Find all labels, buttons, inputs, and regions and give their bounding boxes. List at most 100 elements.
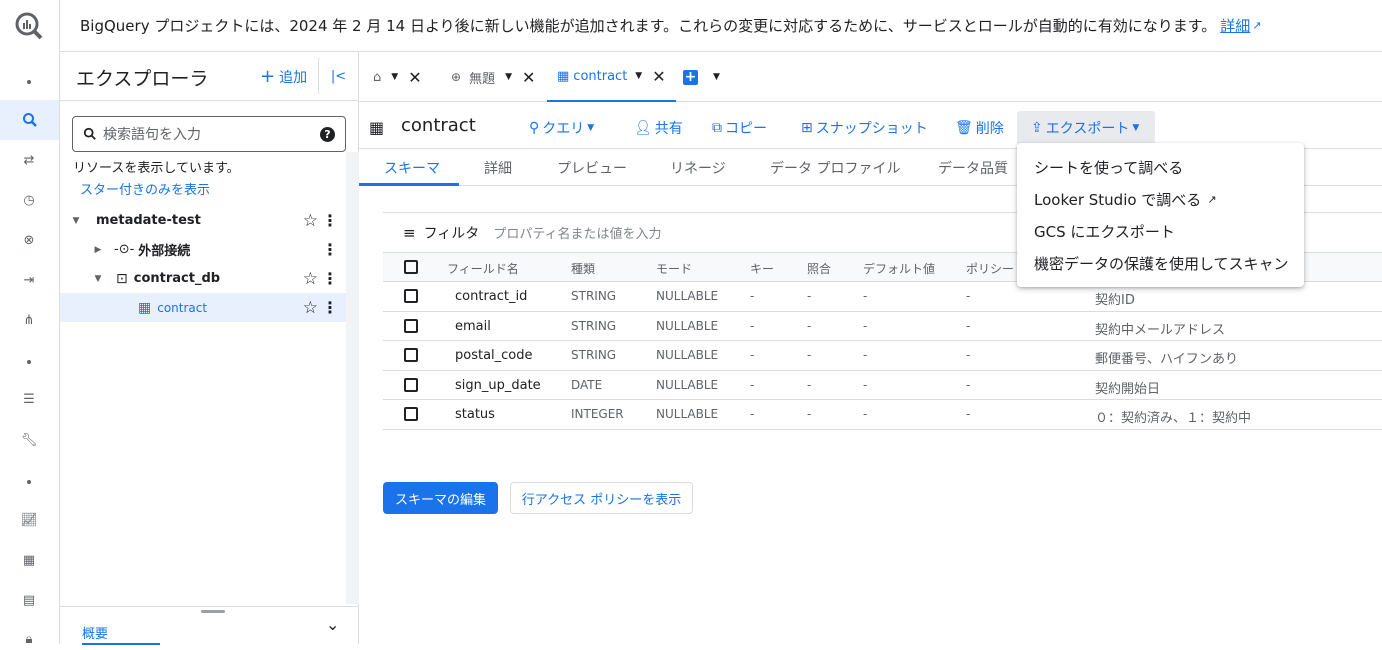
menu-item-explore-looker-studio[interactable]: Looker Studio で調べる ↗	[1017, 183, 1304, 215]
external-link-icon[interactable]: ↗	[1252, 19, 1261, 32]
export-button[interactable]: ⇪ エクスポート ▼	[1017, 111, 1155, 145]
active-tab-indicator	[359, 183, 459, 186]
chevron-down-icon[interactable]: ⌄	[326, 615, 339, 634]
expand-arrow-icon[interactable]: ▼	[70, 215, 82, 227]
star-icon[interactable]: ☆	[303, 298, 318, 318]
row-checkbox[interactable]	[404, 377, 418, 392]
tab-preview[interactable]: プレビュー	[557, 158, 627, 178]
column-header[interactable]: 照合	[807, 260, 831, 277]
list-icon[interactable]: ☰	[18, 388, 40, 410]
menu-item-scan-sensitive-data[interactable]: 機密データの保護を使用してスキャン	[1017, 247, 1304, 279]
delete-button[interactable]: 🗑︎ 削除	[949, 111, 1010, 145]
expand-arrow-icon[interactable]: ▼	[92, 273, 104, 285]
tab-overview[interactable]: 概要	[82, 617, 160, 645]
row-checkbox[interactable]	[404, 407, 418, 421]
field-description: ０：契約済み、１：契約中	[1095, 411, 1252, 426]
tab-details[interactable]: 詳細	[484, 158, 512, 178]
filter-input[interactable]: プロパティ名または値を入力	[493, 223, 661, 242]
history-icon[interactable]: ◷	[18, 189, 40, 211]
dropdown-icon[interactable]: ▼	[505, 72, 512, 82]
collapse-arrow-icon[interactable]: ▶	[92, 244, 104, 256]
star-icon[interactable]: ☆	[303, 269, 318, 289]
dropdown-icon[interactable]: ▼	[391, 72, 398, 82]
close-icon[interactable]: ✕	[652, 67, 665, 86]
tree-item-table[interactable]: ▦ contract ☆ ⋮	[60, 293, 346, 322]
search-icon[interactable]	[0, 100, 59, 140]
tab-schema[interactable]: スキーマ	[384, 158, 440, 178]
tab-overflow-dropdown[interactable]: ▼	[713, 52, 720, 102]
table-row[interactable]: status INTEGER NULLABLE - - - - ０：契約済み、１…	[383, 400, 1382, 430]
tree-item-dataset[interactable]: ▼ ⊡ contract_db ☆ ⋮	[60, 264, 346, 293]
scrollbar[interactable]	[346, 152, 359, 604]
more-vert-icon[interactable]: ⋮	[322, 211, 338, 230]
tree-item-external-connections[interactable]: ▶ -⊙- 外部接続 ⋮	[60, 235, 346, 264]
bigquery-logo-icon[interactable]	[13, 10, 45, 42]
tab-data-profile[interactable]: データ プロファイル	[770, 158, 900, 178]
collapse-panel-icon[interactable]: |<	[318, 58, 358, 94]
pipeline-icon[interactable]: ⇥	[18, 269, 40, 291]
more-vert-icon[interactable]: ⋮	[322, 298, 338, 317]
search-input[interactable]: 検索語句を入力 ?	[72, 116, 346, 152]
edit-schema-button[interactable]: スキーマの編集	[383, 482, 498, 514]
analytics-hub-icon[interactable]: ⊗	[18, 229, 40, 251]
row-checkbox[interactable]	[404, 348, 418, 362]
table-row[interactable]: postal_code STRING NULLABLE - - - - 郵便番号…	[383, 341, 1382, 371]
tab-home[interactable]: ⌂ ▼ ✕	[373, 52, 422, 102]
tree-item-project[interactable]: ▼ metadate-test ☆ ⋮	[60, 206, 346, 235]
close-icon[interactable]: ✕	[522, 68, 535, 87]
show-starred-only-link[interactable]: スター付きのみを表示	[80, 179, 210, 198]
column-header[interactable]: キー	[750, 260, 774, 277]
tab-lineage[interactable]: リネージ	[670, 158, 726, 178]
field-description: 契約ID	[1095, 293, 1135, 308]
banner-details-link[interactable]: 詳細	[1220, 15, 1250, 36]
monitoring-icon[interactable]: 📈︎	[18, 509, 40, 531]
dataset-icon: ⊡	[116, 270, 128, 287]
copy-button[interactable]: ⧉ コピー	[706, 111, 773, 145]
dropdown-icon[interactable]: ▼	[635, 71, 642, 81]
field-name: sign_up_date	[455, 377, 541, 393]
select-all-checkbox[interactable]	[404, 260, 418, 274]
add-button[interactable]: + 追加	[260, 66, 307, 87]
menu-item-export-gcs[interactable]: GCS にエクスポート	[1017, 215, 1304, 247]
field-collation: -	[807, 289, 812, 303]
query-button[interactable]: ⚲ クエリ ▼	[523, 111, 600, 145]
field-default: -	[863, 407, 868, 421]
star-icon[interactable]: ☆	[303, 211, 318, 231]
column-header[interactable]: フィールド名	[447, 260, 519, 277]
transfer-icon[interactable]: ⇄	[18, 149, 40, 171]
new-tab-button[interactable]: +	[683, 52, 698, 102]
more-vert-icon[interactable]: ⋮	[322, 240, 338, 259]
column-header[interactable]: 種類	[571, 260, 595, 277]
share-button[interactable]: 👤︎ 共有	[628, 111, 689, 145]
field-collation: -	[807, 348, 812, 362]
table-view-icon[interactable]: ▤	[18, 589, 40, 611]
field-policy: -	[966, 348, 971, 362]
column-header[interactable]: デフォルト値	[863, 260, 935, 277]
lock-icon[interactable]: 🔒︎	[18, 628, 40, 650]
column-header[interactable]: ポリシー	[966, 260, 1014, 277]
table-row[interactable]: sign_up_date DATE NULLABLE - - - - 契約開始日	[383, 371, 1382, 400]
field-collation: -	[807, 377, 812, 392]
snapshot-button[interactable]: ⊞ スナップショット	[795, 111, 934, 145]
dashboard-icon[interactable]: ▦	[18, 549, 40, 571]
search-placeholder: 検索語句を入力	[103, 127, 201, 143]
tab-label: contract	[573, 68, 628, 84]
menu-item-explore-sheets[interactable]: シートを使って調べる	[1017, 151, 1304, 183]
tab-contract[interactable]: ▦ contract ▼ ✕	[547, 52, 676, 102]
tab-data-quality[interactable]: データ品質	[938, 158, 1008, 178]
wrench-icon[interactable]: 🔧︎	[18, 429, 40, 451]
row-checkbox[interactable]	[404, 318, 418, 333]
column-header[interactable]: モード	[656, 260, 692, 277]
resource-title: contract	[401, 115, 476, 136]
drag-handle[interactable]	[201, 610, 225, 613]
explorer-bottom-panel: 概要 ⌄	[60, 606, 359, 645]
close-icon[interactable]: ✕	[408, 68, 421, 87]
rail-dot	[27, 480, 31, 484]
row-checkbox[interactable]	[404, 289, 418, 303]
more-vert-icon[interactable]: ⋮	[322, 269, 338, 288]
view-row-access-policies-button[interactable]: 行アクセス ポリシーを表示	[510, 482, 693, 514]
help-icon[interactable]: ?	[320, 127, 335, 142]
graph-icon[interactable]: ⋔	[18, 309, 40, 331]
tab-untitled[interactable]: ⊕ 無題 ▼ ✕	[451, 52, 535, 102]
table-row[interactable]: email STRING NULLABLE - - - - 契約中メールアドレス	[383, 312, 1382, 341]
